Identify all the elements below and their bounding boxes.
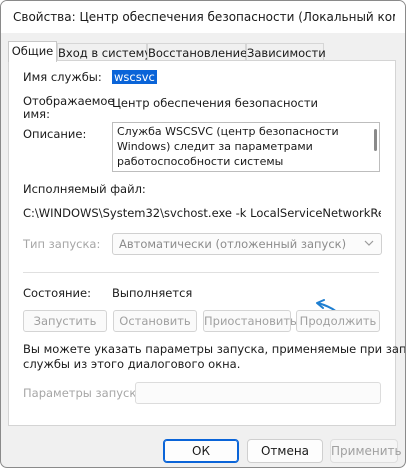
start-params-input[interactable] <box>135 382 381 404</box>
status-value: Выполняется <box>112 286 193 300</box>
service-name-value[interactable]: wscsvc <box>112 70 157 84</box>
tab-recovery[interactable]: Восстановление <box>147 43 247 61</box>
startup-type-label: Тип запуска: <box>23 237 101 251</box>
executable-label: Исполняемый файл: <box>23 182 146 196</box>
ok-button[interactable]: ОК <box>163 439 239 463</box>
startup-type-value: Автоматически (отложенный запуск) <box>119 237 347 251</box>
start-button[interactable]: Запустить <box>23 310 107 332</box>
general-panel: Имя службы: wscsvc Отображаемое имя: Цен… <box>8 60 405 426</box>
cancel-button[interactable]: Отмена <box>247 439 323 463</box>
description-label: Описание: <box>23 127 87 141</box>
service-properties-dialog: Свойства: Центр обеспечения безопасности… <box>0 0 406 468</box>
pause-button[interactable]: Приостановить <box>203 310 297 332</box>
startup-type-select[interactable]: Автоматически (отложенный запуск) <box>112 233 382 255</box>
display-name-value[interactable]: Центр обеспечения безопасности <box>112 96 318 110</box>
tab-logon[interactable]: Вход в систему <box>57 43 151 61</box>
divider <box>23 272 379 273</box>
resume-button[interactable]: Продолжить <box>296 310 380 332</box>
start-params-hint-line2: службы из этого диалогового окна. <box>23 357 241 371</box>
status-label: Состояние: <box>23 286 91 300</box>
chevron-down-icon <box>364 240 374 246</box>
start-params-label: Параметры запуска: <box>23 386 148 400</box>
service-name-field: wscsvc <box>112 70 157 84</box>
display-name-label-line1: Отображаемое <box>23 94 115 108</box>
apply-button[interactable]: Применить <box>330 439 402 463</box>
title-bar[interactable]: Свойства: Центр обеспечения безопасности… <box>1 1 405 33</box>
start-params-hint-line1: Вы можете указать параметры запуска, при… <box>23 342 406 356</box>
service-name-label: Имя службы: <box>23 70 102 84</box>
window-title: Свойства: Центр обеспечения безопасности… <box>13 10 395 24</box>
description-box[interactable]: Служба WSCSVC (центр безопасности Window… <box>112 122 380 172</box>
tab-general[interactable]: Общие <box>8 41 57 62</box>
tab-dependencies[interactable]: Зависимости <box>246 43 326 61</box>
stop-button[interactable]: Остановить <box>113 310 197 332</box>
executable-path[interactable]: C:\WINDOWS\System32\svchost.exe -k Local… <box>23 206 381 220</box>
display-name-label-line2: имя: <box>23 107 50 121</box>
description-text: Служба WSCSVC (центр безопасности Window… <box>117 125 354 171</box>
description-scrollbar[interactable] <box>374 129 377 151</box>
